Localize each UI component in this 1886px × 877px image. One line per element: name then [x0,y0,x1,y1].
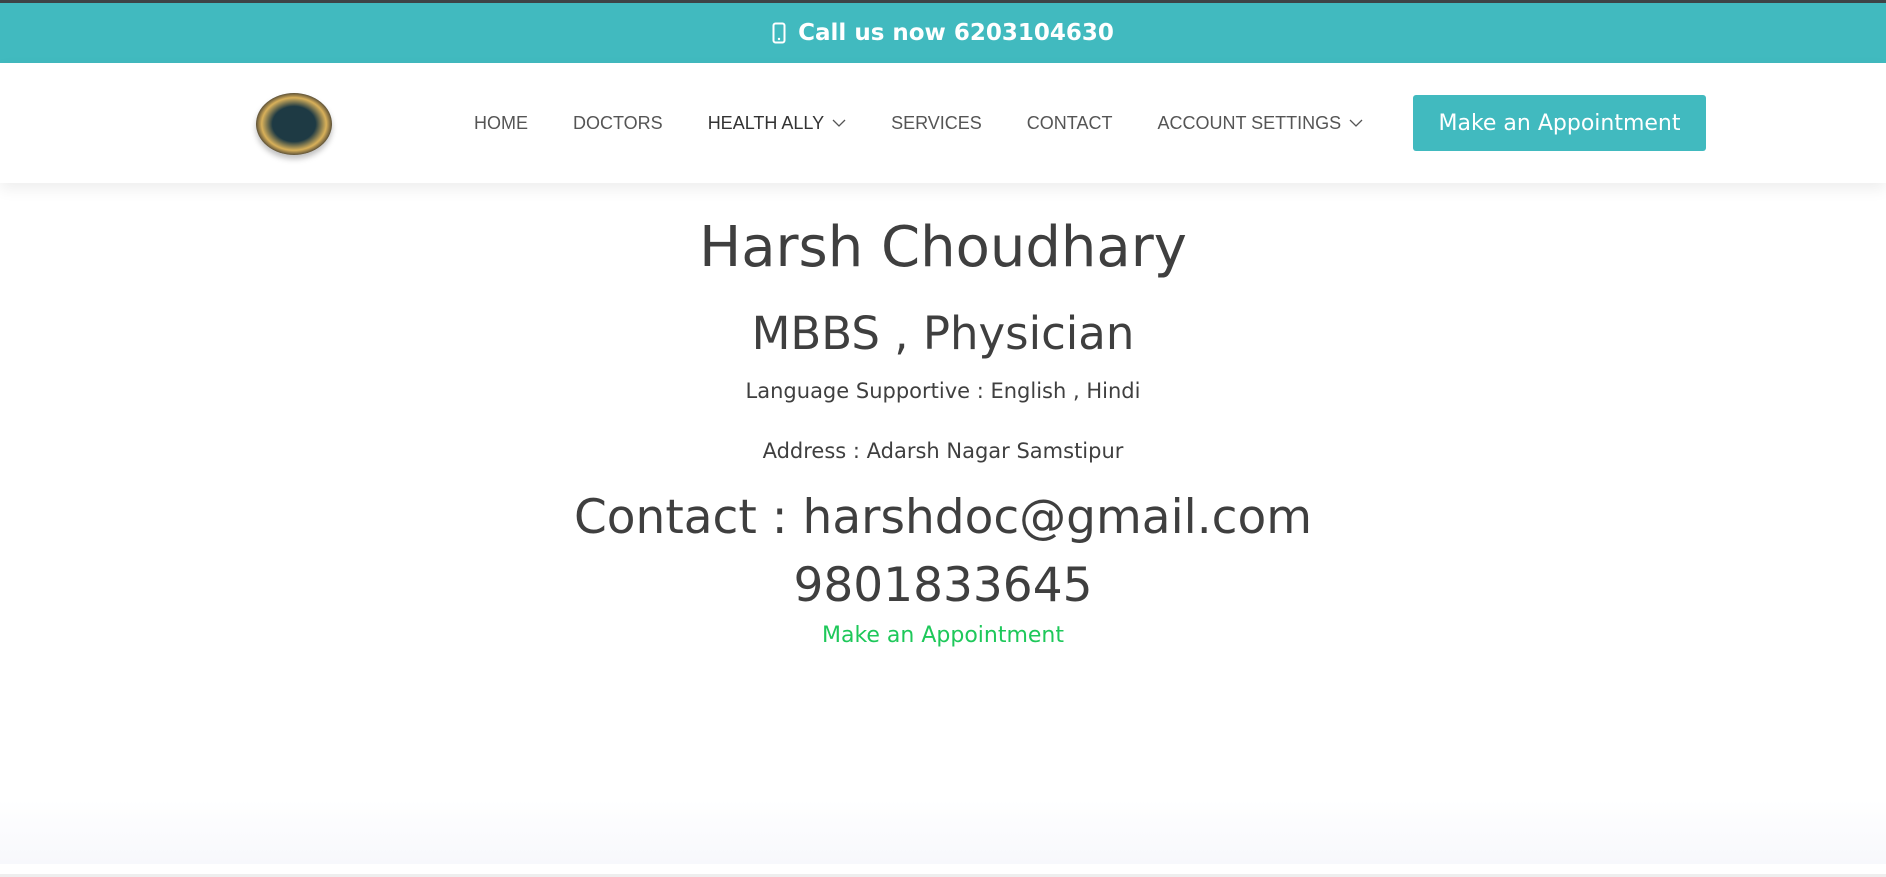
nav-label: HOME [474,112,528,133]
nav-label: CONTACT [1026,112,1113,133]
make-appointment-button[interactable]: Make an Appointment [1413,95,1706,151]
nav-home[interactable]: HOME [474,113,528,134]
chevron-down-icon [832,119,846,127]
doctor-phone: 9801833645 [793,558,1093,613]
doctor-languages: Language Supportive : English , Hindi [745,379,1141,403]
doctor-contact: Contact : harshdoc@gmail.com [573,490,1313,545]
nav-label: SERVICES [891,112,982,133]
nav-contact[interactable]: CONTACT [1027,113,1113,134]
call-text: Call us now 6203104630 [798,20,1114,46]
doctor-address: Address : Adarsh Nagar Samstipur [762,439,1124,463]
mobile-phone-icon [772,22,786,44]
nav-label: DOCTORS [573,112,663,133]
nav-label: HEALTH ALLY [707,112,825,133]
nav-doctors[interactable]: DOCTORS [573,113,663,134]
call-banner: Call us now 6203104630 [0,3,1886,63]
nav-services[interactable]: SERVICES [891,113,982,134]
footer-fade [0,800,1886,864]
logo[interactable] [256,93,332,155]
nav-label: ACCOUNT SETTINGS [1157,112,1342,133]
nav-menu: HOME DOCTORS HEALTH ALLY SERVICES CONTAC… [474,63,1363,183]
nav-health-ally[interactable]: HEALTH ALLY [708,113,846,134]
nav-account-settings[interactable]: ACCOUNT SETTINGS [1157,113,1363,134]
doctor-name: Harsh Choudhary [699,215,1187,280]
navbar: HOME DOCTORS HEALTH ALLY SERVICES CONTAC… [0,63,1886,183]
appointment-link[interactable]: Make an Appointment [822,623,1064,648]
chevron-down-icon [1349,119,1363,127]
doctor-qualification: MBBS , Physician [751,307,1135,360]
doctor-profile: Harsh Choudhary MBBS , Physician Languag… [0,213,1886,648]
